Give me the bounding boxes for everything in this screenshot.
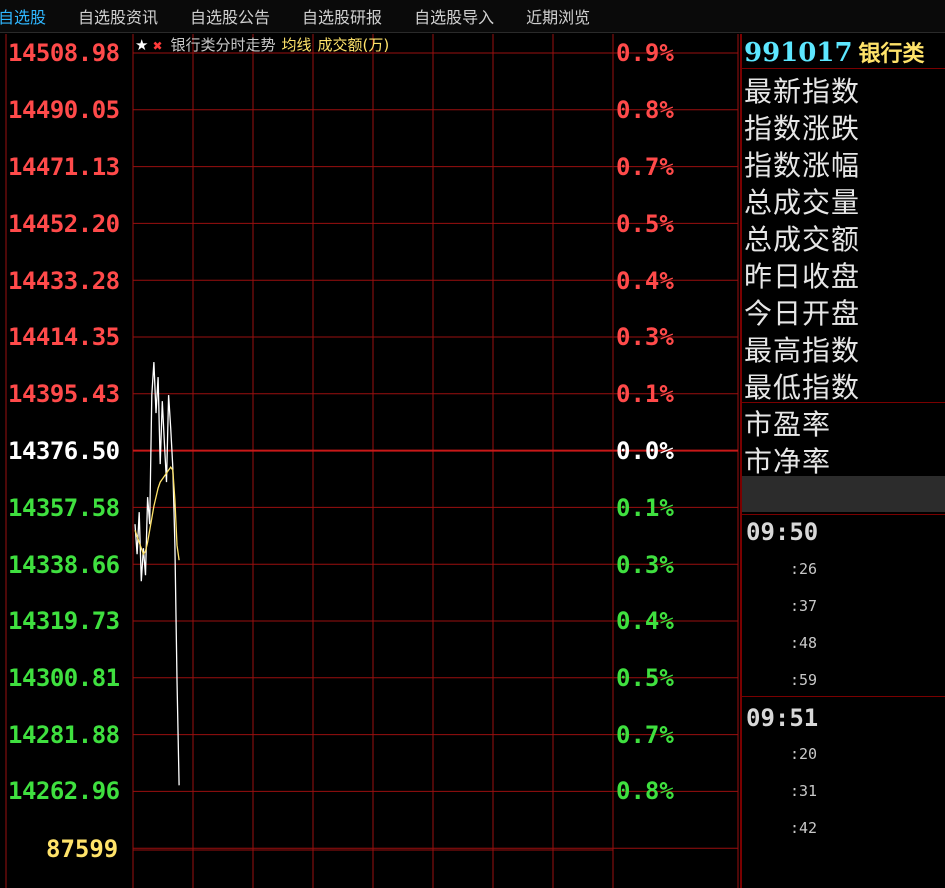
label-high-index: 最高指数 xyxy=(744,334,861,367)
pct-tick: 0.9% xyxy=(616,39,674,67)
amount-label: 成交额(万) xyxy=(317,36,390,54)
tab-watchlist-research[interactable]: 自选股研报 xyxy=(302,4,382,28)
chart-title: ★ ✖ 银行类分时走势 均线 成交额(万) xyxy=(135,34,389,55)
pct-tick: 0.4% xyxy=(616,267,674,295)
close-icon[interactable]: ✖ xyxy=(152,39,162,53)
tick-second: :37 xyxy=(790,597,818,615)
label-total-amount: 总成交额 xyxy=(744,223,861,256)
tick-second: :42 xyxy=(790,819,818,837)
divider xyxy=(742,68,945,69)
tick-second: :31 xyxy=(790,782,818,800)
label-pb-ratio: 市净率 xyxy=(744,445,832,478)
pct-tick: 0.0% xyxy=(616,437,674,465)
label-low-index: 最低指数 xyxy=(744,371,861,404)
pct-tick: 0.3% xyxy=(616,551,674,579)
tick-second: :48 xyxy=(790,634,818,652)
index-name: 银行类 xyxy=(858,42,925,67)
label-latest-index: 最新指数 xyxy=(744,75,861,108)
price-tick: 14433.28 xyxy=(8,267,120,295)
tab-watchlist[interactable]: 自选股 xyxy=(0,4,46,28)
label-index-change-pct: 指数涨幅 xyxy=(744,149,861,182)
pct-tick: 0.5% xyxy=(616,664,674,692)
label-total-volume: 总成交量 xyxy=(744,186,861,219)
volume-max-label: 87599 xyxy=(46,835,119,863)
pct-tick: 0.7% xyxy=(616,153,674,181)
divider xyxy=(742,696,945,697)
pct-tick: 0.7% xyxy=(616,721,674,749)
tick-time: 09:51 xyxy=(746,704,819,732)
price-tick: 14452.20 xyxy=(8,210,120,238)
pct-tick: 0.4% xyxy=(616,607,674,635)
price-tick: 14319.73 xyxy=(8,607,120,635)
price-tick: 14490.05 xyxy=(8,96,120,124)
index-header: 991017 银行类 xyxy=(744,36,925,68)
avg-line-label: 均线 xyxy=(281,36,312,54)
pct-tick: 0.1% xyxy=(616,380,674,408)
tick-second: :20 xyxy=(790,745,818,763)
quote-panel: 991017 银行类 最新指数 指数涨跌 指数涨幅 总成交量 总成交额 昨日收盘 … xyxy=(740,34,945,888)
price-tick: 14281.88 xyxy=(8,721,120,749)
pct-tick: 0.5% xyxy=(616,210,674,238)
tab-watchlist-import[interactable]: 自选股导入 xyxy=(414,4,494,28)
price-tick: 14395.43 xyxy=(8,380,120,408)
percent-axis: 0.9% 0.8% 0.7% 0.5% 0.4% 0.3% 0.1% 0.0% … xyxy=(614,34,738,888)
price-tick: 14262.96 xyxy=(8,777,120,805)
star-icon[interactable]: ★ xyxy=(135,36,148,54)
pct-tick: 0.8% xyxy=(616,96,674,124)
price-axis: 14508.98 14490.05 14471.13 14452.20 1443… xyxy=(0,34,133,888)
tick-second: :59 xyxy=(790,671,818,689)
price-tick: 14376.50 xyxy=(8,437,120,465)
label-prev-close: 昨日收盘 xyxy=(744,260,861,293)
pct-tick: 0.8% xyxy=(616,777,674,805)
pct-tick: 0.3% xyxy=(616,323,674,351)
index-code: 991017 xyxy=(744,38,853,68)
label-today-open: 今日开盘 xyxy=(744,297,861,330)
price-tick: 14414.35 xyxy=(8,323,120,351)
price-tick: 14508.98 xyxy=(8,39,120,67)
tab-watchlist-news[interactable]: 自选股资讯 xyxy=(78,4,158,28)
price-tick: 14300.81 xyxy=(8,664,120,692)
tab-bar: 自选股 自选股资讯 自选股公告 自选股研报 自选股导入 近期浏览 xyxy=(0,0,945,33)
label-pe-ratio: 市盈率 xyxy=(744,408,832,441)
price-tick: 14471.13 xyxy=(8,153,120,181)
tick-second: :26 xyxy=(790,560,818,578)
pct-tick: 0.1% xyxy=(616,494,674,522)
chart-title-text: 银行类分时走势 xyxy=(170,36,276,54)
tab-recent-browse[interactable]: 近期浏览 xyxy=(526,4,590,28)
divider xyxy=(742,514,945,515)
price-tick: 14338.66 xyxy=(8,551,120,579)
label-index-change: 指数涨跌 xyxy=(744,112,861,145)
tick-time: 09:50 xyxy=(746,518,819,546)
panel-band xyxy=(742,476,945,512)
tab-watchlist-announcements[interactable]: 自选股公告 xyxy=(190,4,270,28)
price-tick: 14357.58 xyxy=(8,494,120,522)
